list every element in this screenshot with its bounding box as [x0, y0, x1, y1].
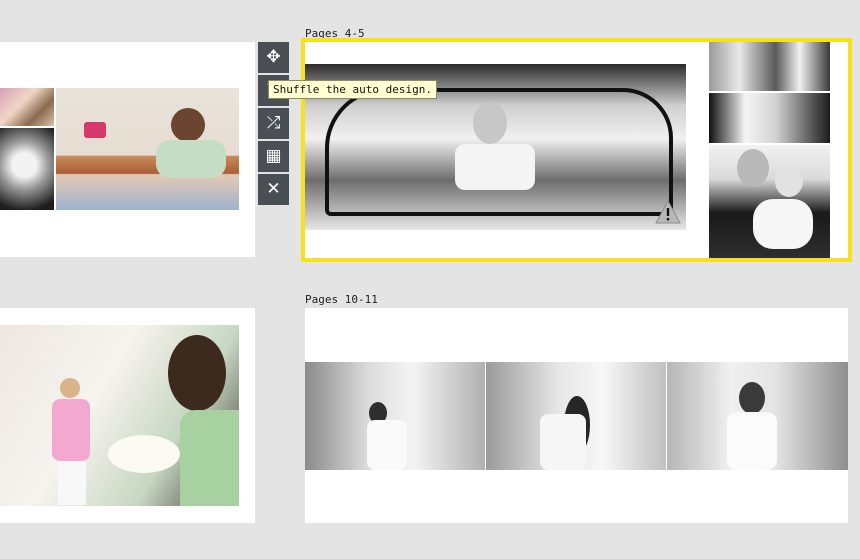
shuffle-button[interactable]: ⤮ [258, 108, 289, 139]
figure-groom-body [455, 144, 535, 190]
photo-bride-dancing-1[interactable] [305, 362, 485, 470]
photo-bride-dancing-3[interactable] [667, 362, 848, 470]
photo-bride-bw[interactable] [0, 128, 54, 210]
spread-label-pages-4-5: Pages 4-5 [305, 27, 365, 40]
close-icon: ✕ [266, 179, 281, 199]
spread-toolbar: ✥ ↻ ⤮ ▦ ✕ [258, 42, 290, 207]
figure-girl [171, 108, 205, 142]
spread-left-top[interactable] [0, 42, 255, 257]
move-icon: ✥ [266, 47, 281, 67]
figure-girl-body [156, 140, 226, 178]
figure-mother-head [60, 378, 80, 398]
figure-bride-head [168, 335, 226, 411]
warning-icon[interactable] [655, 200, 681, 224]
spread-pages-4-5[interactable] [301, 38, 852, 262]
photo-window-silhouette[interactable] [709, 93, 830, 143]
photo-man-with-child[interactable] [709, 145, 830, 258]
spread-label-pages-10-11: Pages 10-11 [305, 293, 378, 306]
figure-man-head [737, 149, 769, 187]
figure-bride-body [180, 410, 239, 506]
figure-bride-shirt [367, 420, 407, 470]
bouquet [108, 435, 180, 473]
move-button[interactable]: ✥ [258, 42, 289, 73]
photo-mother-daughter-portrait[interactable] [709, 42, 830, 91]
photo-mother-and-bride[interactable] [0, 325, 239, 506]
figure-mother-legs [58, 461, 86, 505]
photo-bride-dancing-2[interactable] [486, 362, 666, 470]
figure-bride-top [727, 412, 777, 470]
figure-child-dress [753, 199, 813, 249]
figure-child-head [775, 165, 803, 197]
shuffle-tooltip: Shuffle the auto design. [268, 80, 437, 99]
shuffle-icon: ⤮ [266, 113, 281, 133]
lamp-shade [84, 122, 106, 138]
grid-layout-button[interactable]: ▦ [258, 141, 289, 172]
figure-bride-face [739, 382, 765, 414]
figure-mother-body [52, 399, 90, 461]
photo-necklaces[interactable] [0, 88, 54, 126]
photo-girl-on-bed[interactable] [56, 88, 239, 210]
figure-groom-head [473, 102, 507, 144]
spread-pages-10-11[interactable] [305, 308, 848, 523]
spread-left-bottom[interactable] [0, 308, 255, 523]
grid-icon: ▦ [265, 146, 282, 166]
remove-button[interactable]: ✕ [258, 174, 289, 205]
figure-bride-back [540, 414, 586, 470]
